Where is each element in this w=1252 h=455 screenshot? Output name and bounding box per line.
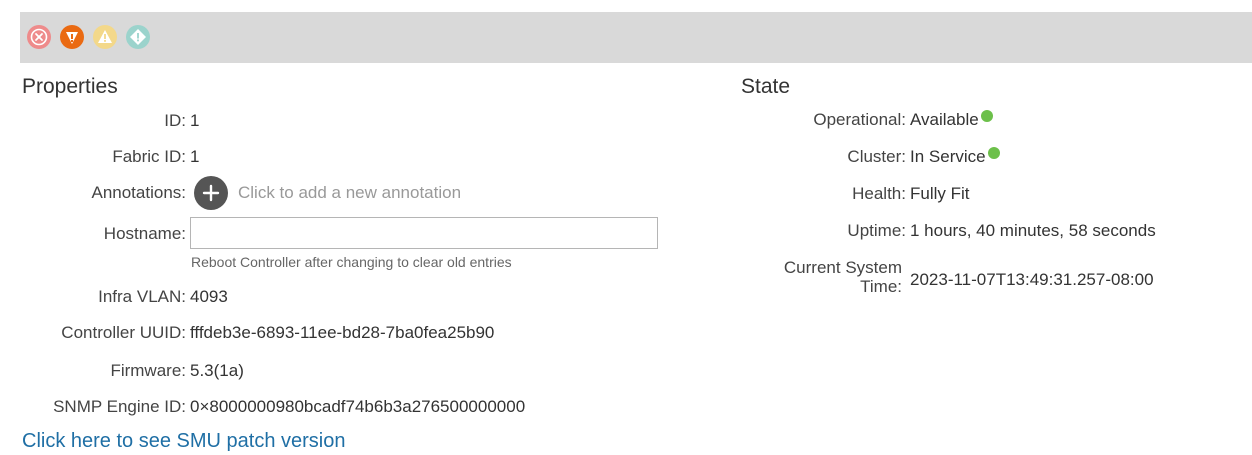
operational-row: Operational: Available bbox=[0, 110, 993, 130]
infra-vlan-label: Infra VLAN: bbox=[98, 287, 186, 306]
infra-vlan-value: 4093 bbox=[190, 287, 228, 306]
critical-fault-icon[interactable] bbox=[26, 24, 52, 50]
fault-summary-toolbar bbox=[20, 12, 1252, 63]
controller-uuid-label: Controller UUID: bbox=[61, 323, 186, 342]
cluster-status-dot bbox=[987, 147, 1000, 159]
infra-vlan-row: Infra VLAN: 4093 bbox=[0, 287, 228, 307]
uptime-label: Uptime: bbox=[847, 221, 906, 240]
current-system-time-label-line2: Time: bbox=[860, 277, 902, 296]
cluster-row: Cluster: In Service bbox=[0, 147, 1000, 167]
firmware-value: 5.3(1a) bbox=[190, 361, 244, 380]
fault-icon-group bbox=[26, 24, 151, 50]
current-system-time-label-line1: Current System bbox=[783, 258, 902, 277]
current-system-time-label: Current System Time: bbox=[740, 258, 902, 296]
current-system-time-value: 2023-11-07T13:49:31.257-08:00 bbox=[910, 270, 1154, 289]
smu-patch-version-link[interactable]: Click here to see SMU patch version bbox=[22, 430, 345, 453]
cluster-value: In Service bbox=[910, 147, 986, 166]
hostname-hint: Reboot Controller after changing to clea… bbox=[191, 254, 512, 270]
health-label: Health: bbox=[852, 184, 906, 203]
health-row: Health: Fully Fit bbox=[0, 184, 970, 204]
firmware-row: Firmware: 5.3(1a) bbox=[0, 361, 244, 381]
snmp-engine-id-row: SNMP Engine ID: 0×8000000980bcadf74b6b3a… bbox=[0, 397, 525, 417]
snmp-engine-id-value: 0×8000000980bcadf74b6b3a276500000000 bbox=[190, 397, 526, 416]
cluster-label: Cluster: bbox=[847, 147, 906, 166]
minor-fault-icon[interactable] bbox=[92, 24, 118, 50]
snmp-engine-id-label: SNMP Engine ID: bbox=[53, 397, 186, 416]
uptime-row: Uptime: 1 hours, 40 minutes, 58 seconds bbox=[0, 221, 1156, 241]
operational-label: Operational: bbox=[813, 110, 906, 129]
warning-fault-icon[interactable] bbox=[125, 24, 151, 50]
major-fault-icon[interactable] bbox=[59, 24, 85, 50]
operational-value: Available bbox=[910, 110, 979, 129]
controller-uuid-value: fffdeb3e-6893-11ee-bd28-7ba0fea25b90 bbox=[190, 323, 495, 342]
controller-uuid-row: Controller UUID: fffdeb3e-6893-11ee-bd28… bbox=[0, 323, 494, 343]
operational-status-dot bbox=[980, 110, 993, 122]
uptime-value: 1 hours, 40 minutes, 58 seconds bbox=[910, 221, 1156, 240]
state-title: State bbox=[741, 75, 791, 98]
health-value: Fully Fit bbox=[910, 184, 970, 203]
firmware-label: Firmware: bbox=[110, 361, 186, 380]
properties-title: Properties bbox=[22, 75, 118, 98]
